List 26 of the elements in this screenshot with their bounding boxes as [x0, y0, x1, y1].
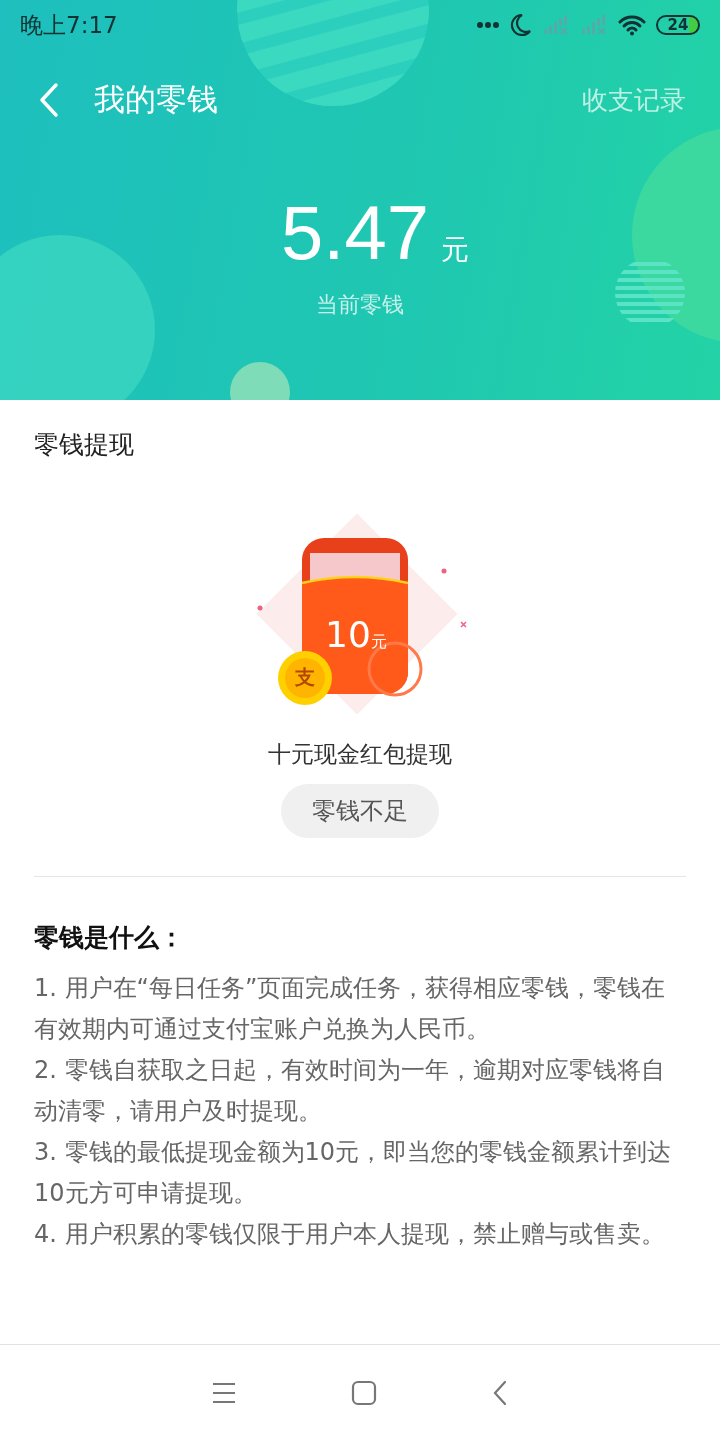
more-icon — [476, 21, 500, 29]
cross-mark-icon — [460, 621, 467, 628]
coin-glyph: 支 — [294, 664, 316, 690]
wifi-icon — [618, 14, 646, 36]
rules-title: 零钱是什么： — [34, 922, 184, 954]
signal-off-icon — [542, 15, 570, 35]
section-title: 零钱提现 — [34, 429, 134, 461]
page-title: 我的零钱 — [94, 80, 219, 119]
menu-icon[interactable] — [212, 1381, 236, 1404]
balance-amount: 5.47 — [281, 189, 429, 277]
currency-unit: 元 — [440, 232, 469, 268]
rule-paragraph: 3. 零钱的最低提现金额为10元，即当您的零钱金额累计到达10元方可申请提现。 — [34, 1137, 672, 1209]
home-icon[interactable] — [351, 1379, 377, 1406]
status-time: 晚上7:17 — [20, 10, 119, 40]
signal-off-icon — [580, 15, 608, 35]
back-icon[interactable] — [492, 1379, 508, 1406]
rule-paragraph: 2. 零钱自获取之日起，有效时间为一年，逾期对应零钱将自动清零，请用户及时提现。 — [34, 1055, 666, 1127]
sparkle-icon — [441, 568, 447, 574]
envelope-caption: 十元现金红包提现 — [268, 740, 452, 769]
balance-label: 当前零钱 — [316, 291, 404, 319]
envelope-amount: 10元 — [325, 615, 387, 657]
moon-icon — [510, 13, 532, 37]
rule-paragraph: 4. 用户积累的零钱仅限于用户本人提现，禁止赠与或售卖。 — [34, 1219, 666, 1250]
sparkle-icon — [257, 605, 263, 611]
rule-paragraph: 1. 用户在“每日任务”页面完成任务，获得相应零钱，零钱在有效期内可通过支付宝账户兑换为人民币。 — [34, 973, 667, 1045]
battery-icon: 24 — [656, 15, 700, 35]
